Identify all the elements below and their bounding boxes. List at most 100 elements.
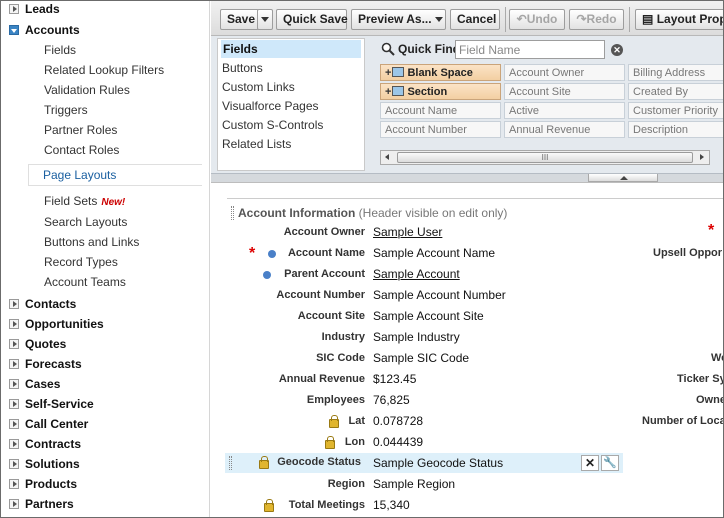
palette-splitter[interactable] bbox=[211, 174, 723, 183]
scroll-left-icon[interactable] bbox=[381, 151, 395, 164]
new-badge: New! bbox=[101, 197, 126, 208]
sidebar-item-buttons-and-links[interactable]: Buttons and Links bbox=[44, 232, 139, 252]
palette-field[interactable]: Account Site bbox=[504, 83, 625, 100]
layout-field-row[interactable]: Account Number Sample Account Number bbox=[211, 285, 723, 306]
layout-field-row[interactable]: Annual Revenue $123.45 bbox=[211, 369, 723, 390]
sidebar-item-related-lookup-filters[interactable]: Related Lookup Filters bbox=[44, 60, 164, 80]
layout-field-row[interactable]: * Account Name Sample Account Name bbox=[211, 243, 723, 264]
layout-field-row[interactable]: Parent Account Sample Account bbox=[211, 264, 723, 285]
palette-field[interactable]: Billing Address bbox=[628, 64, 723, 81]
palette-field[interactable]: Created By bbox=[628, 83, 723, 100]
search-icon bbox=[381, 42, 395, 56]
collapse-icon[interactable] bbox=[9, 25, 19, 35]
expand-icon[interactable] bbox=[9, 439, 19, 449]
toolbar-divider bbox=[505, 7, 506, 32]
sidebar-item-field-sets[interactable]: Field Sets New! bbox=[44, 191, 125, 211]
palette-category-list: Fields Buttons Custom Links Visualforce … bbox=[217, 38, 365, 171]
palette-category-custom-s-controls[interactable]: Custom S-Controls bbox=[222, 116, 323, 134]
layout-field-row[interactable]: Total Meetings 15,340 bbox=[211, 495, 723, 516]
palette-field[interactable]: Description bbox=[628, 121, 723, 138]
redo-button[interactable]: ↷Redo bbox=[569, 9, 624, 30]
layout-field-row[interactable]: Industry Sample Industry bbox=[211, 327, 723, 348]
quick-save-button[interactable]: Quick Save bbox=[276, 9, 348, 30]
palette-blank-space[interactable]: + Blank Space bbox=[380, 64, 501, 81]
layout-field-row[interactable]: Account Owner Sample User bbox=[211, 222, 723, 243]
palette-field[interactable]: Customer Priority bbox=[628, 102, 723, 119]
section-icon bbox=[392, 86, 405, 96]
section-header[interactable]: Account Information (Header visible on e… bbox=[238, 206, 507, 220]
palette-horizontal-scrollbar[interactable]: III bbox=[380, 150, 710, 165]
remove-field-icon[interactable]: ✕ bbox=[581, 455, 599, 471]
save-button[interactable]: Save bbox=[220, 9, 259, 30]
palette-field[interactable]: Account Number bbox=[380, 121, 501, 138]
clear-search-icon[interactable]: ✕ bbox=[611, 44, 623, 56]
expand-icon[interactable] bbox=[9, 399, 19, 409]
scroll-right-icon[interactable] bbox=[695, 151, 709, 164]
palette-category-custom-links[interactable]: Custom Links bbox=[222, 78, 295, 96]
field-palette: Fields Buttons Custom Links Visualforce … bbox=[211, 36, 723, 174]
expand-icon[interactable] bbox=[9, 499, 19, 509]
expand-icon[interactable] bbox=[9, 359, 19, 369]
app-window: Leads Accounts Fields Related Lookup Fil… bbox=[0, 0, 724, 518]
layout-properties-icon: ▤ bbox=[642, 12, 654, 26]
right-column-label: Number of Loca bbox=[642, 415, 724, 427]
cancel-button[interactable]: Cancel bbox=[450, 9, 500, 30]
expand-icon[interactable] bbox=[9, 4, 19, 14]
layout-field-row[interactable]: Employees 76,825 bbox=[211, 390, 723, 411]
palette-category-related-lists[interactable]: Related Lists bbox=[222, 135, 291, 153]
wrench-icon[interactable]: 🔧 bbox=[601, 455, 619, 471]
undo-icon: ↶ bbox=[516, 12, 527, 26]
expand-icon[interactable] bbox=[9, 319, 19, 329]
selected-field-row[interactable]: Geocode Status Sample Geocode Status ✕ 🔧 bbox=[225, 453, 623, 473]
sidebar-item-label: Page Layouts bbox=[43, 168, 117, 182]
right-column-label: Upsell Oppor bbox=[653, 247, 723, 259]
expand-icon[interactable] bbox=[9, 479, 19, 489]
sidebar-item-account-teams[interactable]: Account Teams bbox=[44, 272, 126, 292]
sidebar-item-accounts[interactable]: Accounts bbox=[1, 20, 201, 40]
expand-icon[interactable] bbox=[9, 379, 19, 389]
layout-field-row[interactable]: Account Site Sample Account Site bbox=[211, 306, 723, 327]
toolbar-divider bbox=[629, 7, 630, 32]
sidebar-item-page-layouts[interactable]: Page Layouts bbox=[28, 164, 202, 186]
palette-category-fields[interactable]: Fields bbox=[221, 40, 361, 58]
palette-category-buttons[interactable]: Buttons bbox=[222, 59, 263, 77]
palette-field[interactable]: Active bbox=[504, 102, 625, 119]
layout-canvas: Account Information (Header visible on e… bbox=[211, 184, 724, 517]
chevron-down-icon bbox=[434, 17, 443, 23]
palette-section[interactable]: + Section bbox=[380, 83, 501, 100]
expand-icon[interactable] bbox=[9, 299, 19, 309]
layout-field-row[interactable]: SIC Code Sample SIC Code bbox=[211, 348, 723, 369]
plus-icon: + bbox=[385, 67, 392, 79]
palette-field[interactable]: Annual Revenue bbox=[504, 121, 625, 138]
preview-as-button[interactable]: Preview As... bbox=[351, 9, 446, 30]
layout-field-row[interactable]: Region Sample Region bbox=[211, 474, 723, 495]
sidebar-item-leads[interactable]: Leads bbox=[1, 1, 201, 19]
palette-category-visualforce-pages[interactable]: Visualforce Pages bbox=[222, 97, 319, 115]
sidebar-item-contact-roles[interactable]: Contact Roles bbox=[44, 140, 119, 160]
expand-icon[interactable] bbox=[9, 339, 19, 349]
undo-button[interactable]: ↶Undo bbox=[509, 9, 565, 30]
layout-field-row[interactable]: Lon 0.044439 bbox=[211, 432, 723, 453]
sidebar-item-partner-roles[interactable]: Partner Roles bbox=[44, 120, 117, 140]
collapse-palette-handle[interactable] bbox=[588, 174, 658, 182]
sidebar-item-triggers[interactable]: Triggers bbox=[44, 100, 88, 120]
drag-handle-icon[interactable] bbox=[231, 206, 234, 220]
right-column-label: We bbox=[711, 352, 723, 364]
palette-field[interactable]: Account Owner bbox=[504, 64, 625, 81]
sidebar-item-validation-rules[interactable]: Validation Rules bbox=[44, 80, 130, 100]
sidebar-item-search-layouts[interactable]: Search Layouts bbox=[44, 212, 127, 232]
save-dropdown-button[interactable] bbox=[257, 9, 273, 30]
palette-field[interactable]: Account Name bbox=[380, 102, 501, 119]
section-divider bbox=[227, 198, 723, 199]
expand-icon[interactable] bbox=[9, 419, 19, 429]
field-actions: ✕ 🔧 bbox=[581, 454, 621, 472]
layout-editor: Save Quick Save Preview As... Cancel ↶Un… bbox=[211, 1, 724, 517]
redo-icon: ↷ bbox=[576, 12, 587, 26]
quick-find-input[interactable] bbox=[455, 40, 605, 59]
expand-icon[interactable] bbox=[9, 459, 19, 469]
sidebar-item-fields[interactable]: Fields bbox=[44, 40, 76, 60]
sidebar-item-record-types[interactable]: Record Types bbox=[44, 252, 118, 272]
sidebar-item-solutions[interactable]: Solutions bbox=[1, 454, 201, 474]
scrollbar-thumb[interactable]: III bbox=[397, 152, 693, 163]
layout-properties-button[interactable]: ▤ Layout Properties bbox=[635, 9, 723, 30]
